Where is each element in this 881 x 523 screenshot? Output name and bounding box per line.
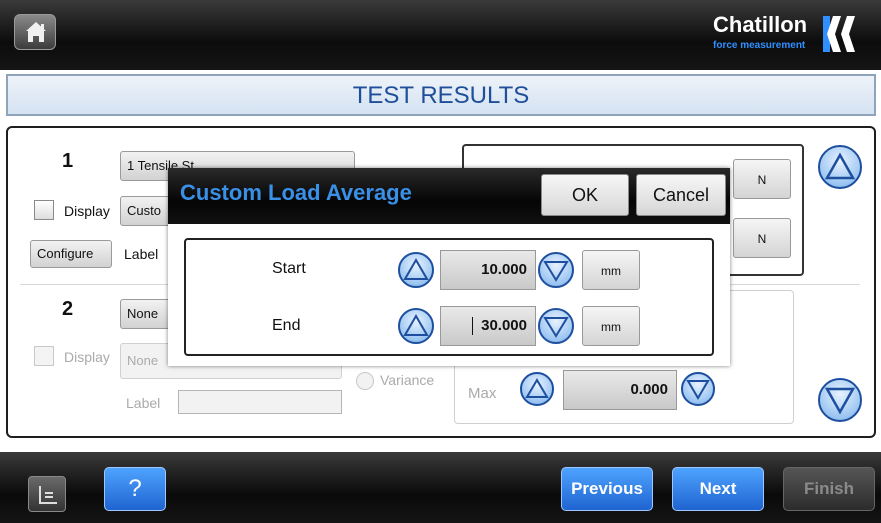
arrow-down-icon [824, 387, 856, 415]
variance-label: Variance [380, 372, 435, 388]
arrow-up-icon [525, 378, 549, 398]
start-label: Start [272, 260, 306, 277]
configure-button[interactable]: Configure [30, 240, 112, 268]
top-bar: Chatillon force measurement [0, 0, 881, 70]
start-increase-button[interactable] [398, 252, 434, 288]
result-1-unit-top[interactable]: N [733, 159, 791, 199]
scroll-down-button[interactable] [818, 378, 862, 422]
chatillon-logo: Chatillon force measurement [713, 12, 863, 58]
variance-radio[interactable] [356, 372, 374, 390]
arrow-down-icon [686, 380, 710, 400]
result-2-display-label: Display [64, 349, 110, 365]
scroll-up-button[interactable] [818, 145, 862, 189]
result-1-number: 1 [62, 150, 74, 172]
text-cursor [472, 317, 473, 335]
end-decrease-button[interactable] [538, 308, 574, 344]
result-1-label-label: Label [124, 246, 159, 262]
start-decrease-button[interactable] [538, 252, 574, 288]
home-icon [26, 22, 46, 42]
page-title: TEST RESULTS [6, 74, 876, 116]
menu-button[interactable] [28, 476, 66, 512]
arrow-down-icon [543, 261, 569, 282]
dialog-title: Custom Load Average [180, 180, 412, 205]
result-1-display-checkbox[interactable] [34, 200, 54, 220]
result-2-label-label: Label [126, 395, 161, 411]
max-decrease-button[interactable] [681, 372, 715, 406]
arrow-up-icon [824, 152, 856, 180]
dialog-content: Start 10.000 mm End 30.000 mm [184, 238, 714, 356]
previous-button[interactable]: Previous [561, 467, 653, 511]
ok-button[interactable]: OK [541, 174, 629, 216]
max-increase-button[interactable] [520, 372, 554, 406]
custom-load-average-dialog: Custom Load Average OK Cancel Start 10.0… [168, 168, 730, 366]
arrow-down-icon [543, 317, 569, 338]
result-2-display-checkbox[interactable] [34, 346, 54, 366]
end-increase-button[interactable] [398, 308, 434, 344]
logo-tagline: force measurement [713, 40, 806, 51]
dialog-header: Custom Load Average OK Cancel [168, 168, 730, 224]
arrow-up-icon [403, 314, 429, 336]
logo-mark-icon [823, 16, 855, 52]
start-value[interactable]: 10.000 [440, 250, 536, 290]
arrow-up-icon [403, 258, 429, 280]
start-unit-button[interactable]: mm [582, 250, 640, 290]
next-button[interactable]: Next [672, 467, 764, 511]
result-2-label-input[interactable] [178, 390, 342, 414]
logo-wordmark: Chatillon [713, 12, 808, 37]
end-label: End [272, 317, 301, 334]
cancel-button[interactable]: Cancel [636, 174, 726, 216]
end-value[interactable]: 30.000 [440, 306, 536, 346]
help-button[interactable]: ? [104, 467, 166, 511]
max-label: Max [468, 385, 497, 402]
result-1-unit-bottom[interactable]: N [733, 218, 791, 258]
result-1-display-label: Display [64, 203, 110, 219]
max-value: 0.000 [563, 370, 677, 410]
finish-button[interactable]: Finish [783, 467, 875, 511]
list-icon [39, 486, 57, 504]
result-2-number: 2 [62, 298, 74, 320]
end-unit-button[interactable]: mm [582, 306, 640, 346]
home-button[interactable] [14, 14, 56, 50]
